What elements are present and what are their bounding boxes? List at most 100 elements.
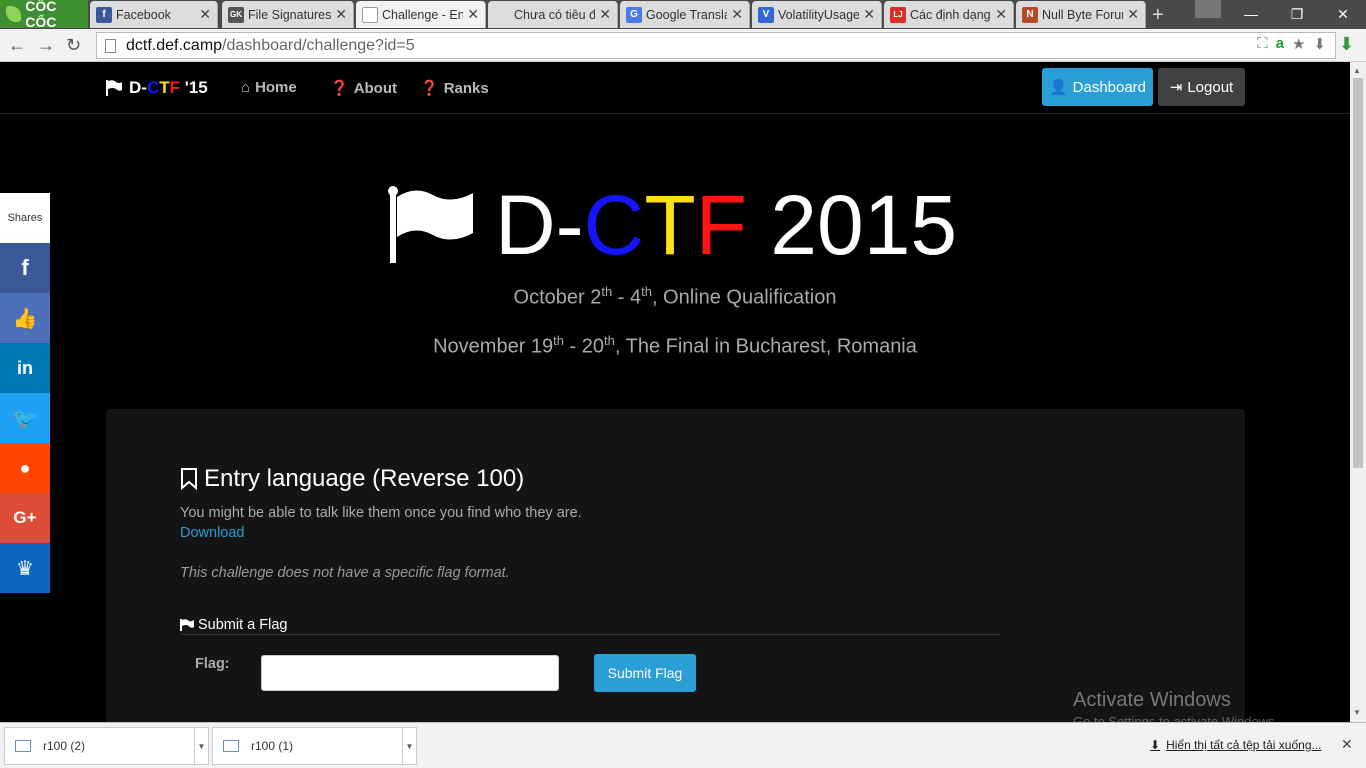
download-item[interactable]: r100 (2) ▼ [4, 727, 209, 765]
like-button[interactable]: 👍 [0, 293, 50, 343]
tab-label: Các định dạng [910, 7, 991, 22]
close-icon[interactable]: ✕ [731, 6, 743, 23]
logout-button[interactable]: ⇥ Logout [1158, 68, 1245, 106]
star-icon[interactable]: ★ [1292, 35, 1305, 53]
hero-f: F [695, 177, 747, 272]
download-link[interactable]: Download [180, 525, 245, 541]
nav-ranks[interactable]: ❓ Ranks [420, 79, 489, 98]
tab-null-byte[interactable]: N Null Byte Forur ✕ [1016, 1, 1146, 28]
close-window-icon[interactable]: ✕ [1320, 0, 1366, 28]
blank-icon [494, 7, 510, 23]
nav-home[interactable]: ⌂ Home [241, 79, 297, 96]
tab-file-signatures[interactable]: GK File Signatures ✕ [222, 1, 354, 28]
final-dates: November 19th - 20th, The Final in Bucha… [0, 333, 1350, 359]
lj-icon: LJ [890, 6, 906, 23]
tab-label: Google Translat [646, 7, 728, 22]
dashboard-button[interactable]: 👤 Dashboard [1042, 68, 1153, 106]
back-icon[interactable]: ← [8, 35, 26, 56]
page-icon [362, 6, 378, 23]
page-scrollbar[interactable]: ▲ ▼ [1350, 62, 1366, 722]
question-icon: ❓ [330, 80, 349, 97]
brand-prefix: D- [129, 78, 147, 97]
scrollbar-thumb[interactable] [1353, 78, 1363, 468]
new-tab-icon[interactable]: + [1152, 4, 1164, 27]
close-icon[interactable]: ✕ [863, 6, 875, 23]
flag-input[interactable] [261, 655, 559, 691]
gk-icon: GK [228, 6, 244, 23]
scroll-down-icon[interactable]: ▼ [1353, 708, 1361, 717]
browser-toolbar: ← → ↻ dctf.def.camp/dashboard/challenge?… [0, 29, 1366, 62]
reload-icon[interactable]: ↻ [66, 35, 81, 56]
close-icon[interactable]: ✕ [995, 6, 1007, 23]
leaf-icon [6, 6, 22, 22]
user-icon: 👤 [1048, 79, 1068, 96]
tab-label: VolatilityUsage [778, 7, 860, 22]
browser-logo-text: CỐC CỐC [25, 0, 57, 30]
twitter-share-button[interactable]: 🐦 [0, 393, 50, 443]
show-all-downloads-link[interactable]: ⬇ Hiển thị tất cả tệp tải xuống... [1150, 738, 1322, 752]
final-text-b: - 20 [564, 335, 605, 358]
address-bar[interactable]: dctf.def.camp/dashboard/challenge?id=5 [96, 32, 1336, 59]
scroll-up-icon[interactable]: ▲ [1353, 66, 1361, 75]
restore-icon[interactable]: ❐ [1274, 0, 1320, 28]
minimize-icon[interactable]: — [1228, 0, 1274, 28]
download-page-icon[interactable]: ⬇ [1313, 35, 1326, 53]
hero-title: D-CTF 2015 [385, 177, 958, 272]
brand-f: F [169, 78, 181, 97]
translate-icon[interactable]: ⛶ [1257, 35, 1268, 53]
share-sidebar: Shares f 👍 in 🐦 ● G+ ♛ [0, 193, 50, 593]
chevron-down-icon[interactable]: ▼ [194, 728, 208, 764]
submit-flag-legend-text: Submit a Flag [198, 616, 288, 633]
downloads-icon[interactable]: ⬇ [1339, 34, 1354, 55]
url-path: /dashboard/challenge?id=5 [222, 36, 415, 54]
linkedin-share-button[interactable]: in [0, 343, 50, 393]
hero-t: T [644, 177, 696, 272]
file-icon [15, 740, 31, 752]
close-icon[interactable]: ✕ [599, 6, 611, 23]
browser-logo[interactable]: CỐC CỐC [0, 0, 88, 30]
close-icon[interactable]: ✕ [199, 6, 211, 23]
thumbs-up-icon: 👍 [12, 307, 38, 330]
flag-icon [388, 186, 473, 263]
nav-about[interactable]: ❓ About [330, 79, 397, 98]
tab-untitled[interactable]: Chưa có tiêu đề ✕ [488, 1, 618, 28]
download-item-label: r100 (2) [43, 739, 86, 753]
reddit-share-button[interactable]: ● [0, 443, 50, 493]
download-item[interactable]: r100 (1) ▼ [212, 727, 417, 765]
submit-flag-button[interactable]: Submit Flag [594, 654, 696, 692]
flag-icon [180, 618, 194, 631]
close-icon[interactable]: ✕ [335, 6, 347, 23]
profile-icon[interactable] [1195, 0, 1221, 18]
tab-facebook[interactable]: f Facebook ✕ [90, 1, 218, 28]
tab-google-translate[interactable]: G Google Translat ✕ [620, 1, 750, 28]
hero-c: C [583, 177, 645, 272]
close-icon[interactable]: ✕ [1341, 736, 1353, 753]
hero-d: D- [495, 177, 584, 272]
coccoc-dictionary-icon[interactable]: a [1276, 35, 1284, 53]
question-icon: ❓ [420, 80, 439, 97]
hero-year: 2015 [746, 177, 958, 272]
facebook-icon: f [21, 255, 29, 280]
final-text-a: November 19 [433, 335, 554, 358]
tab-challenge[interactable]: Challenge - Ent ✕ [356, 1, 486, 28]
forward-icon[interactable]: → [37, 35, 55, 56]
site-brand[interactable]: D-CTF '15 [105, 78, 208, 98]
chevron-down-icon[interactable]: ▼ [402, 728, 416, 764]
google-plus-share-button[interactable]: G+ [0, 493, 50, 543]
tab-volatility[interactable]: V VolatilityUsage ✕ [752, 1, 882, 28]
omnibox-icons: ⛶ a ★ ⬇ [1257, 35, 1326, 53]
close-icon[interactable]: ✕ [1127, 6, 1139, 23]
final-text-c: , The Final in Bucharest, Romania [614, 335, 917, 358]
brand-suffix: '15 [180, 78, 208, 97]
file-icon [223, 740, 239, 752]
qual-text-a: October 2 [513, 286, 602, 309]
twitter-icon: 🐦 [12, 407, 38, 430]
tab-dinh-dang[interactable]: LJ Các định dạng ✕ [884, 1, 1014, 28]
sign-out-icon: ⇥ [1169, 79, 1183, 96]
crown-icon: ♛ [16, 557, 34, 580]
facebook-share-button[interactable]: f [0, 243, 50, 293]
close-icon[interactable]: ✕ [467, 6, 479, 23]
download-item-label: r100 (1) [251, 739, 294, 753]
sumo-share-button[interactable]: ♛ [0, 543, 50, 593]
null-byte-icon: N [1022, 6, 1038, 23]
